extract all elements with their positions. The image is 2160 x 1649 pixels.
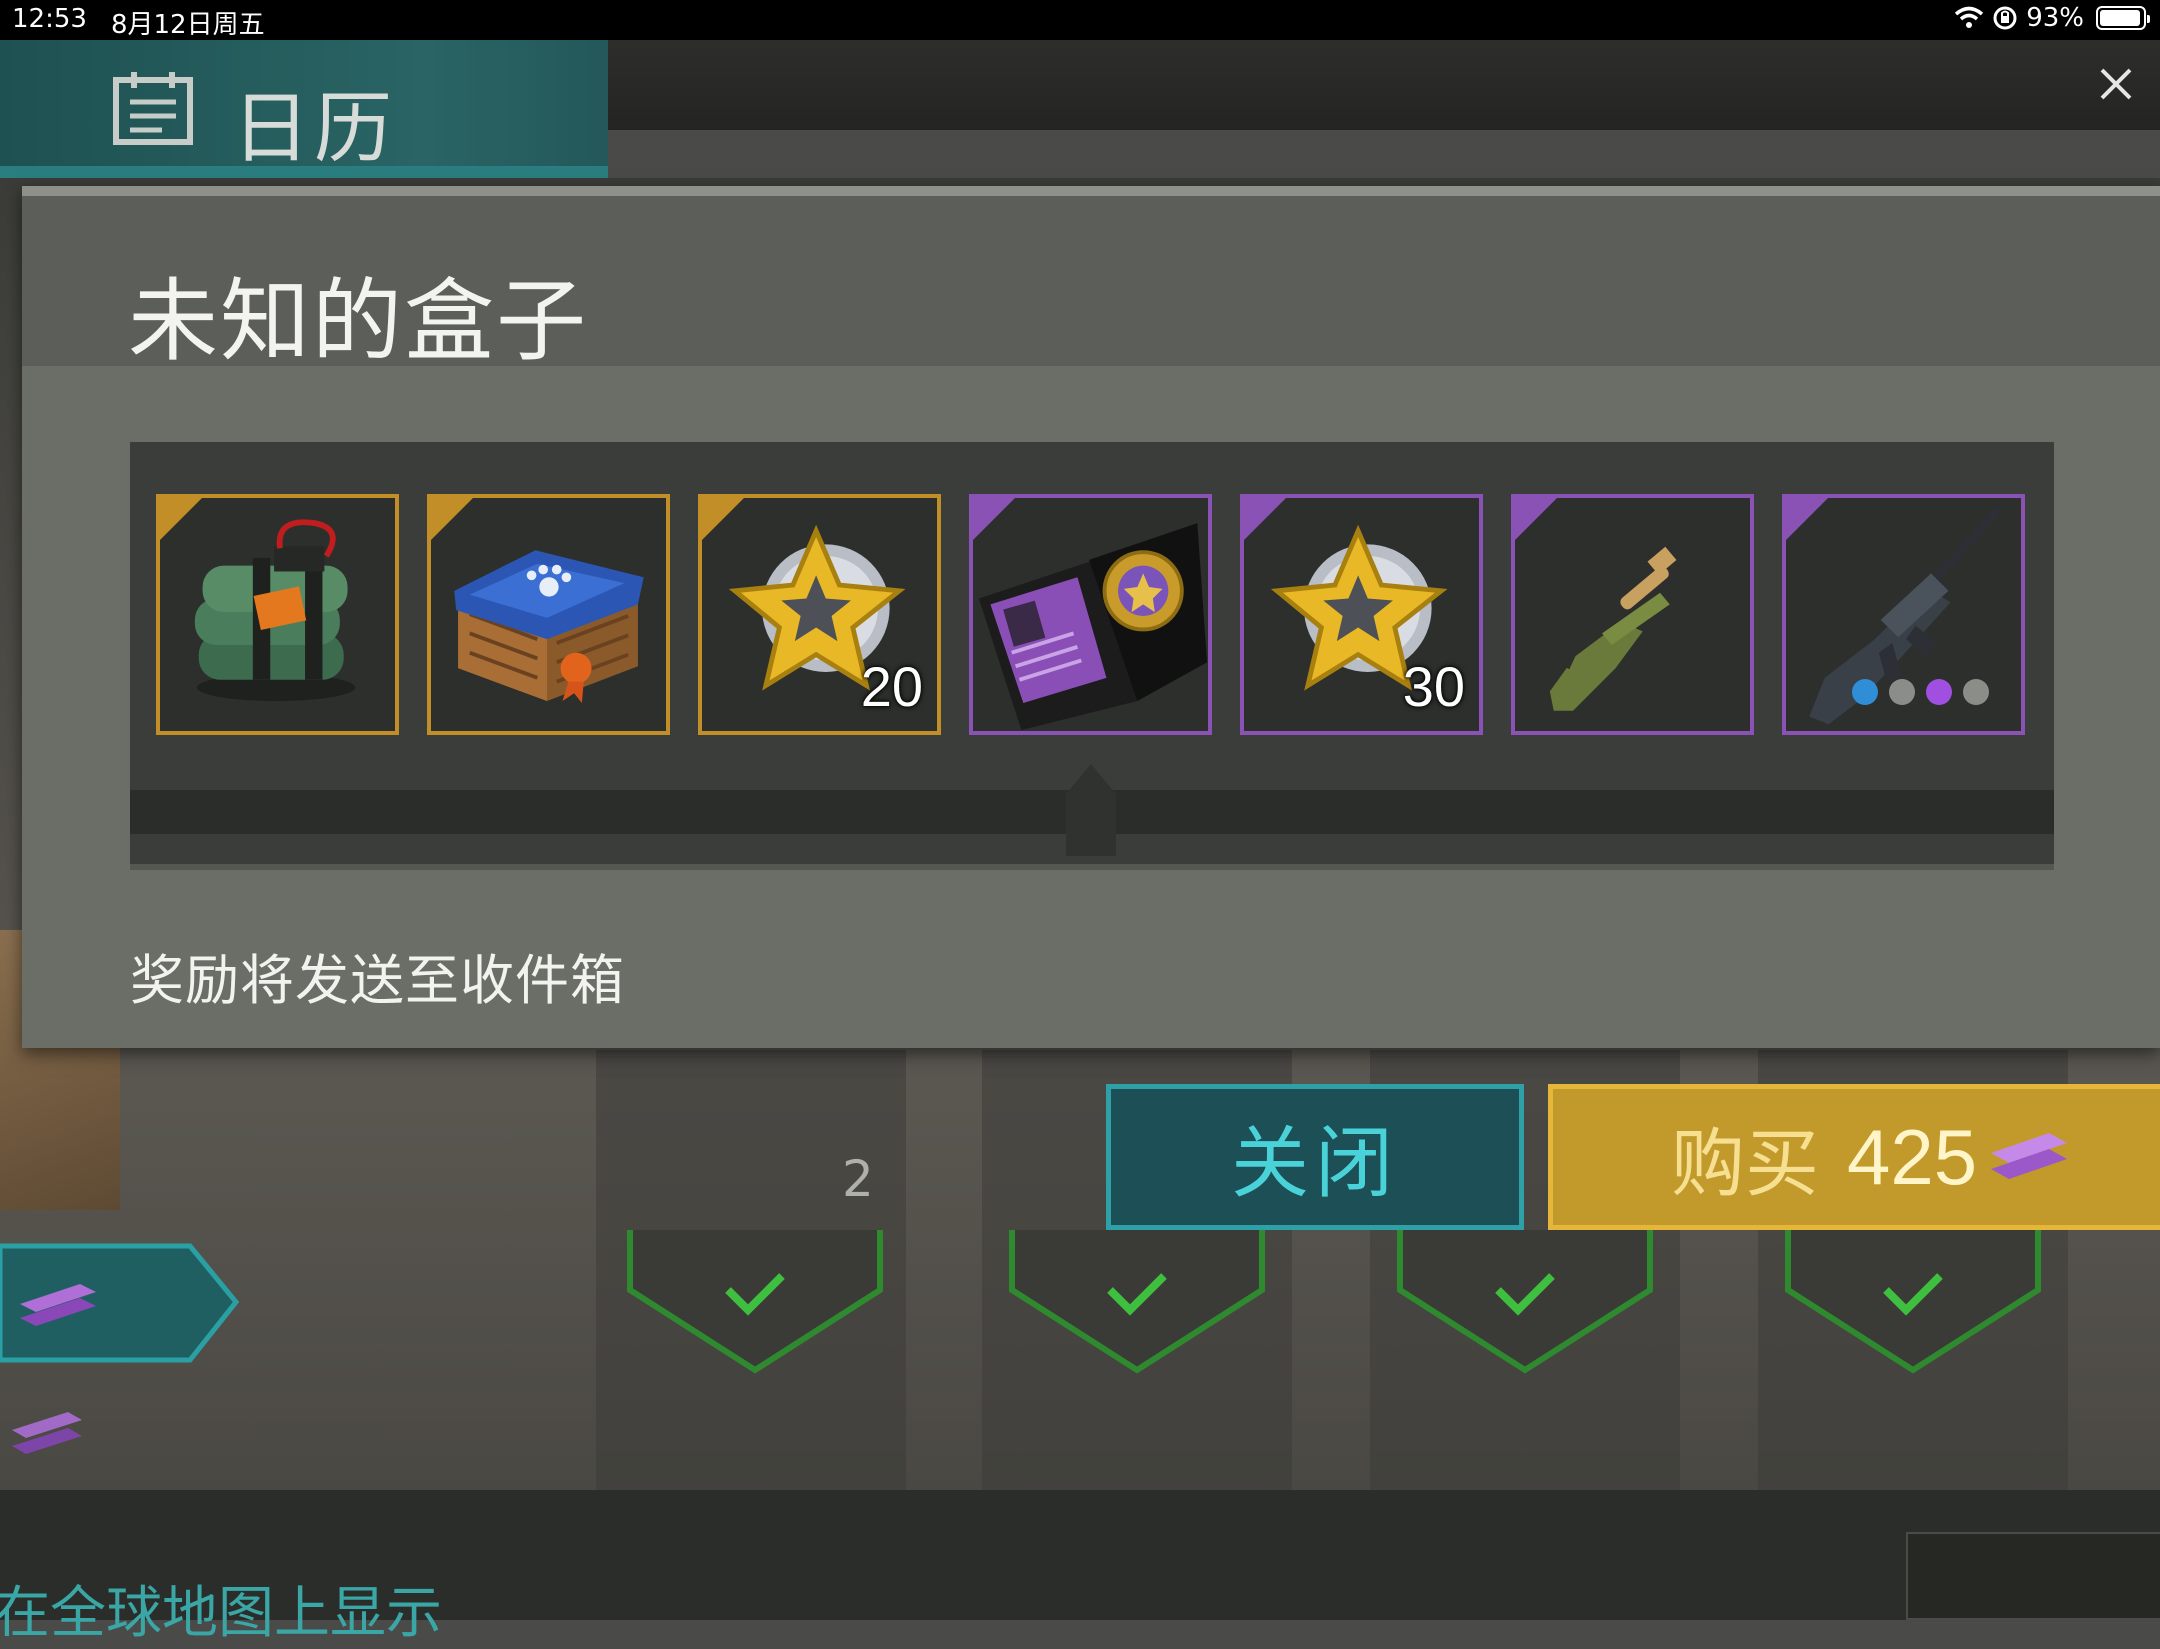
item-quantity: 30 bbox=[1402, 655, 1465, 718]
slot-count: 2 bbox=[842, 1150, 874, 1208]
wifi-icon bbox=[1955, 6, 1984, 28]
status-bar: 12:53 8月12日周五 93% bbox=[0, 0, 2160, 40]
reward-item-star-30[interactable]: 30 bbox=[1240, 494, 1483, 735]
sniper-rifle-icon bbox=[1549, 503, 1737, 711]
claimed-chevron bbox=[1009, 1230, 1265, 1374]
item-quantity: 20 bbox=[860, 655, 923, 718]
attachment-dots bbox=[1852, 679, 1989, 705]
bottom-right-button[interactable] bbox=[1906, 1532, 2160, 1620]
police-badge-icon bbox=[978, 523, 1207, 731]
battery-icon bbox=[2096, 6, 2150, 30]
attachment-dot bbox=[1926, 679, 1952, 705]
ingot-icon bbox=[1991, 1133, 2068, 1179]
claimed-chevron bbox=[1785, 1230, 2041, 1374]
attachment-dot bbox=[1852, 679, 1878, 705]
reward-item-star-20[interactable]: 20 bbox=[698, 494, 941, 735]
battery-percent: 93% bbox=[2026, 3, 2084, 33]
unknown-box-dialog: 未知的盒子 20 30 奖励将发送至收件箱 bbox=[22, 186, 2160, 1048]
buy-button[interactable]: 购买 425 bbox=[1548, 1084, 2160, 1230]
calendar-title: 日历 bbox=[232, 84, 397, 174]
status-date: 8月12日周五 bbox=[110, 10, 265, 40]
rewards-panel: 20 30 bbox=[130, 442, 2054, 870]
ingot-icon bbox=[12, 1412, 82, 1454]
ingot-ribbon bbox=[0, 1243, 240, 1363]
attachment-dot bbox=[1889, 679, 1915, 705]
pet-crate-icon bbox=[454, 550, 644, 703]
calendar-icon bbox=[113, 72, 193, 145]
reward-item-assault-rifle[interactable] bbox=[1782, 494, 2025, 735]
dialog-header: 未知的盒子 bbox=[22, 196, 2160, 374]
close-icon[interactable] bbox=[2096, 64, 2136, 104]
buy-price: 425 bbox=[1847, 1112, 1978, 1201]
inbox-note: 奖励将发送至收件箱 bbox=[130, 949, 625, 1012]
claimed-chevron bbox=[627, 1230, 883, 1374]
global-map-toggle-label[interactable]: 在全球地图上显示 bbox=[0, 1568, 442, 1649]
dialog-title: 未知的盒子 bbox=[128, 269, 588, 374]
explosive-pack-icon bbox=[194, 519, 356, 702]
close-button[interactable]: 关闭 bbox=[1106, 1084, 1524, 1230]
claimed-chevron bbox=[1397, 1230, 1653, 1374]
orientation-lock-icon bbox=[1993, 6, 2017, 30]
reward-item-police-id[interactable] bbox=[969, 494, 1212, 735]
buy-label: 购买 bbox=[1671, 1120, 1819, 1207]
status-time: 12:53 bbox=[12, 4, 87, 34]
reward-item-pet-crate[interactable] bbox=[427, 494, 670, 735]
reward-item-sniper-rifle[interactable] bbox=[1511, 494, 1754, 735]
reward-item-explosive[interactable] bbox=[156, 494, 399, 735]
attachment-dot bbox=[1963, 679, 1989, 705]
scroll-indicator[interactable] bbox=[1066, 764, 1116, 856]
